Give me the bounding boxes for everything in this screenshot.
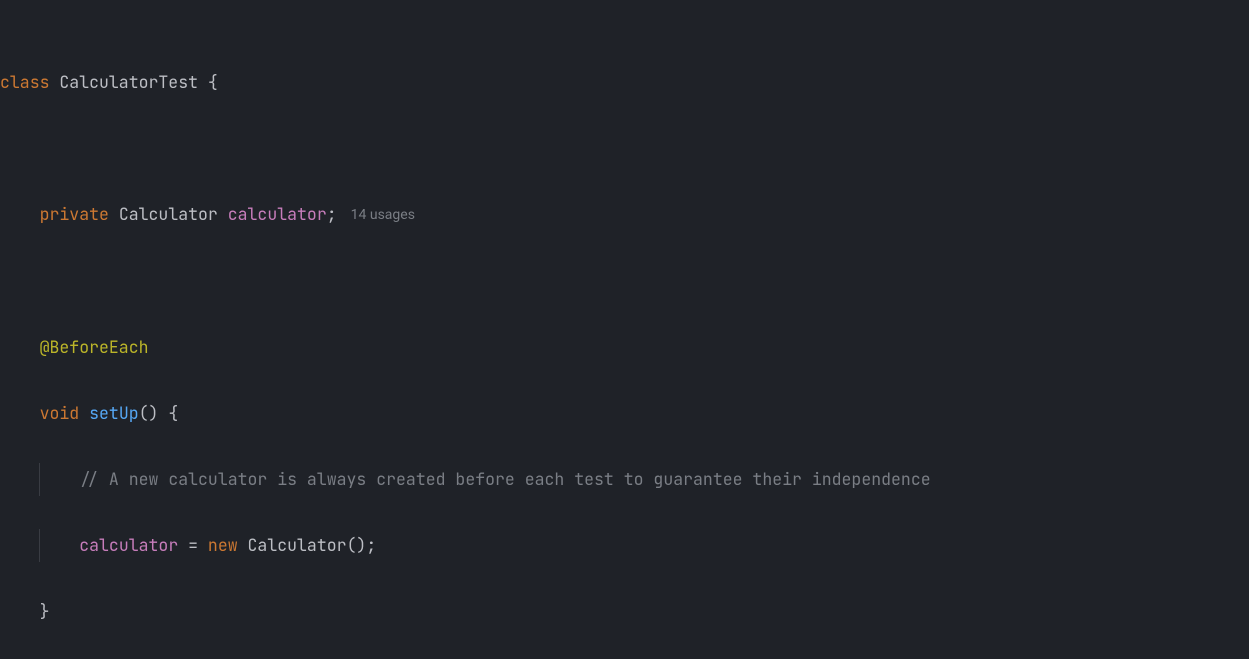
brace-open: {: [208, 71, 218, 93]
keyword-new: new: [208, 534, 238, 556]
code-line-blank[interactable]: [0, 132, 1249, 165]
code-line[interactable]: calculator = new Calculator();: [0, 529, 1249, 562]
indent-guide: [39, 463, 80, 496]
code-line[interactable]: @BeforeEach: [0, 331, 1249, 364]
code-line[interactable]: // A new calculator is always created be…: [0, 463, 1249, 496]
code-line[interactable]: private Calculator calculator;14 usages: [0, 198, 1249, 232]
keyword-void: void: [40, 402, 80, 424]
code-line[interactable]: class CalculatorTest {: [0, 66, 1249, 99]
keyword-class: class: [0, 71, 50, 93]
comment: // A new calculator is always created be…: [79, 468, 930, 490]
usages-inlay[interactable]: 14 usages: [337, 207, 415, 223]
code-line[interactable]: void setUp() {: [0, 397, 1249, 430]
field-ref: calculator: [79, 534, 178, 556]
type-name: Calculator: [119, 203, 218, 225]
brace-close: }: [40, 600, 50, 622]
code-line[interactable]: }: [0, 595, 1249, 628]
code-editor[interactable]: class CalculatorTest { private Calculato…: [0, 0, 1249, 659]
parens-brace: () {: [139, 402, 179, 424]
field-name: calculator: [228, 203, 327, 225]
code-line-blank[interactable]: [0, 265, 1249, 298]
method-name: setUp: [89, 402, 139, 424]
class-name: CalculatorTest: [59, 71, 198, 93]
indent-guide: [39, 529, 80, 562]
type-name: Calculator: [248, 534, 347, 556]
semicolon: ;: [327, 203, 337, 225]
keyword-private: private: [40, 203, 109, 225]
annotation: @BeforeEach: [40, 336, 149, 358]
